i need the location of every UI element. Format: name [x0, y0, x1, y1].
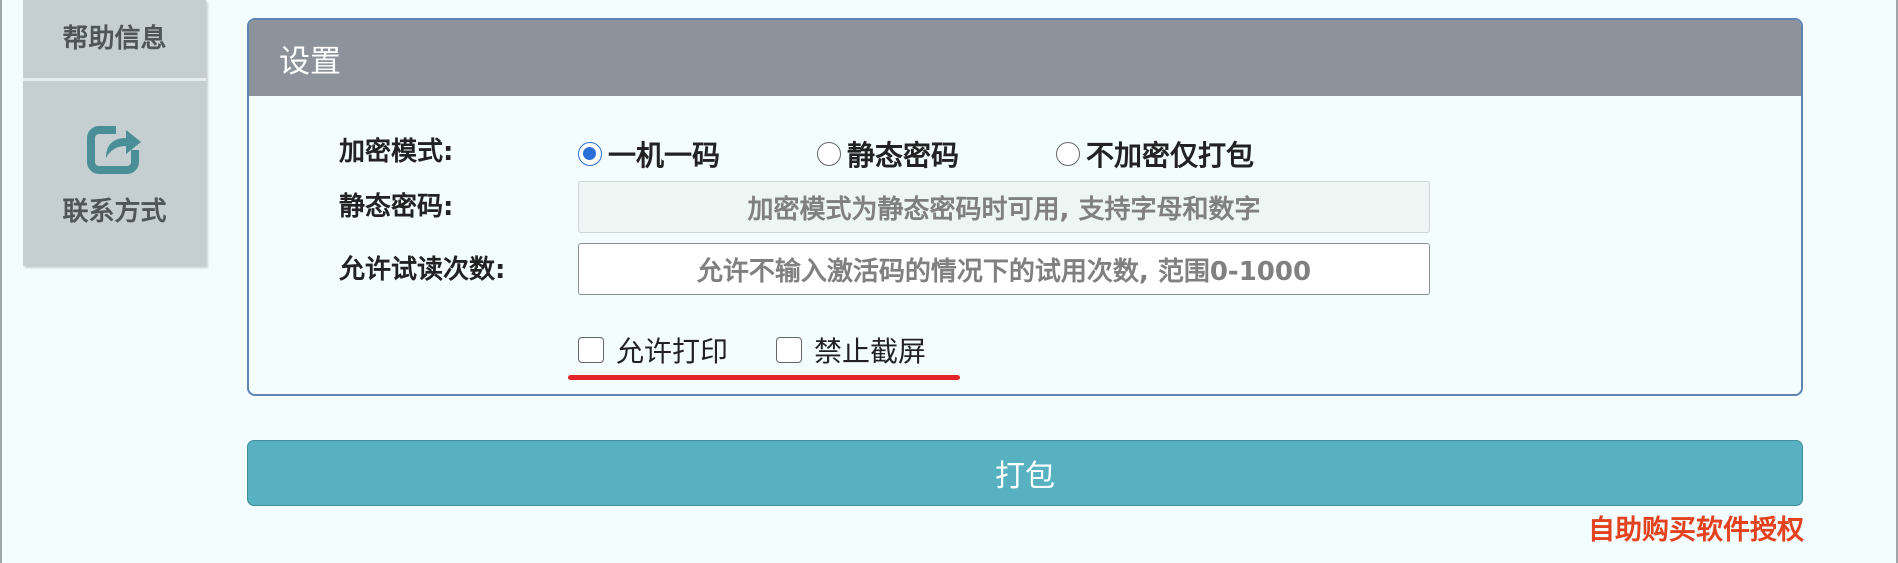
settings-header: 设置 [249, 20, 1801, 96]
radio-label: 不加密仅打包 [1086, 139, 1255, 172]
checkbox-disable-screenshot[interactable]: 禁止截屏 [776, 330, 926, 370]
red-annotation-underline [568, 375, 960, 380]
checkbox-box[interactable] [578, 337, 604, 363]
share-icon [86, 123, 142, 174]
buy-license-link[interactable]: 自助购买软件授权 [1588, 508, 1804, 547]
radio-indicator[interactable] [817, 142, 841, 166]
radio-static-password[interactable]: 静态密码 [817, 134, 959, 174]
radio-label: 一机一码 [608, 139, 721, 172]
static-password-label: 静态密码: [339, 192, 454, 222]
checkbox-label: 禁止截屏 [814, 335, 927, 368]
sidebar-item-contact[interactable]: 联系方式 [23, 81, 206, 266]
window-left-border [0, 0, 2, 563]
checkbox-box[interactable] [776, 337, 802, 363]
sidebar-item-help[interactable]: 帮助信息 [23, 0, 206, 78]
radio-one-machine-one-code[interactable]: 一机一码 [578, 134, 720, 174]
radio-selected-indicator[interactable] [578, 142, 602, 166]
sidebar-item-label: 帮助信息 [62, 24, 167, 54]
checkbox-label: 允许打印 [616, 335, 729, 368]
radio-no-encrypt-pack-only[interactable]: 不加密仅打包 [1056, 134, 1254, 174]
trial-count-label: 允许试读次数: [339, 255, 506, 285]
trial-count-input[interactable]: 允许不输入激活码的情况下的试用次数, 范围0-1000 [578, 243, 1430, 295]
encrypt-mode-label: 加密模式: [339, 137, 454, 167]
sidebar-item-label: 联系方式 [62, 196, 167, 227]
sidebar: 帮助信息 联系方式 [23, 0, 206, 266]
radio-label: 静态密码 [847, 139, 960, 172]
pack-button[interactable]: 打包 [247, 440, 1803, 506]
settings-title: 设置 [279, 43, 341, 80]
static-password-input[interactable]: 加密模式为静态密码时可用, 支持字母和数字 [578, 181, 1430, 233]
checkbox-allow-print[interactable]: 允许打印 [578, 330, 728, 370]
radio-indicator[interactable] [1056, 142, 1080, 166]
